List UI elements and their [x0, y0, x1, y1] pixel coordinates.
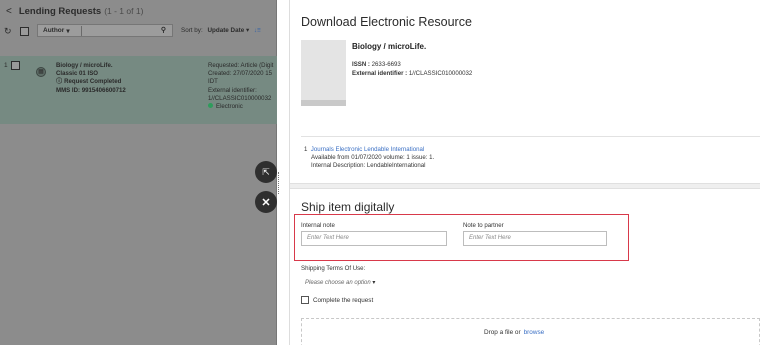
close-icon[interactable]: ✕	[255, 191, 277, 213]
author-search-field[interactable]: Author ▾ ⚲	[37, 24, 173, 37]
resource-title: Biology / microLife.	[352, 42, 427, 51]
resource-meta: ISSN : 2633-6693 External identifier : 1…	[352, 60, 472, 78]
drop-zone-text: Drop a file or browse	[484, 329, 545, 336]
portfolio-item: 1 Journals Electronic Lendable Internati…	[304, 146, 434, 170]
expand-icon[interactable]: ⇱	[255, 161, 277, 183]
thumbnail-bar	[301, 100, 346, 106]
issn-label: ISSN :	[352, 61, 370, 68]
detail-line: External identifier:	[208, 86, 257, 94]
external-id-value: 1//CLASSIC010000032	[408, 70, 473, 77]
section-title: Ship item digitally	[301, 200, 395, 214]
external-id-label: External identifier :	[352, 70, 408, 77]
resize-handle[interactable]	[278, 172, 280, 194]
detail-line: IDT	[208, 78, 218, 86]
row-title[interactable]: Biology / microLife.	[56, 62, 126, 70]
sort-value[interactable]: Update Date	[207, 27, 244, 34]
refresh-icon[interactable]: ↻	[4, 26, 14, 37]
row-checkbox[interactable]	[11, 61, 20, 70]
table-row[interactable]: 1 ▦ Biology / microLife. Classic 01 ISO …	[0, 56, 277, 124]
row-info: Biology / microLife. Classic 01 ISO ⓘ Req…	[56, 62, 126, 95]
divider	[81, 26, 82, 36]
page-title: Download Electronic Resource	[301, 15, 472, 29]
portfolio-index: 1	[304, 146, 308, 153]
format-badge: Electronic	[208, 103, 277, 111]
complete-request-option[interactable]: Complete the request	[301, 296, 373, 304]
partner-note-label: Note to partner	[463, 222, 504, 229]
issn-value: 2633-6693	[371, 61, 401, 68]
complete-request-label: Complete the request	[313, 296, 374, 304]
sort-label: Sort by:	[181, 27, 203, 34]
divider	[301, 136, 760, 137]
select-all-checkbox[interactable]	[20, 26, 29, 36]
row-details: Requested: Article (Digit Created: 27/07…	[208, 62, 277, 111]
sort-control[interactable]: Sort by: Update Date ▾ ↓≡	[181, 27, 261, 34]
search-icon[interactable]: ⚲	[161, 26, 166, 34]
chevron-left-icon[interactable]: <	[6, 6, 12, 17]
results-count: (1 - 1 of 1)	[104, 6, 144, 16]
row-index: 1	[4, 62, 8, 69]
download-resource-panel: Download Electronic Resource Biology / m…	[290, 0, 760, 345]
portfolio-link[interactable]: Journals Electronic Lendable Internation…	[311, 146, 424, 153]
internal-note-field[interactable]: Enter Text Here	[301, 231, 447, 246]
info-icon: ⓘ	[56, 78, 63, 86]
author-filter-label[interactable]: Author	[43, 27, 64, 34]
detail-line: Requested: Article (Digit	[208, 62, 274, 69]
resource-thumbnail	[301, 40, 346, 106]
browse-link[interactable]: browse	[524, 329, 545, 336]
internal-note-label: Internal note	[301, 222, 335, 229]
terms-label: Shipping Terms Of Use:	[301, 265, 366, 272]
portfolio-description: Internal Description: LendableInternatio…	[311, 162, 426, 169]
status-dot-icon	[208, 103, 213, 109]
panel-header: < Lending Requests (1 - 1 of 1)	[0, 0, 276, 22]
complete-request-checkbox[interactable]	[301, 296, 309, 304]
chevron-down-icon[interactable]: ▾	[66, 27, 69, 35]
list-toolbar: ↻ Author ▾ ⚲ Sort by: Update Date ▾ ↓≡	[0, 22, 276, 40]
row-mms-id: MMS ID: 9915406600712	[56, 86, 126, 94]
panel-title: Lending Requests	[18, 5, 102, 17]
document-icon: ▦	[36, 67, 46, 77]
row-status: ⓘ Request Completed	[56, 78, 122, 86]
chevron-down-icon[interactable]: ▾	[246, 27, 249, 34]
section-separator	[290, 183, 760, 189]
partner-note-field[interactable]: Enter Text Here	[463, 231, 607, 246]
chevron-down-icon[interactable]: ▾	[372, 280, 375, 286]
portfolio-availability: Available from 01/07/2020 volume: 1 issu…	[311, 154, 435, 161]
detail-line: Created: 27/07/2020 15	[208, 70, 273, 78]
lending-requests-panel: < Lending Requests (1 - 1 of 1) ↻ Author…	[0, 0, 277, 345]
detail-line: 1//CLASSIC010000032	[208, 94, 272, 102]
sort-direction-icon[interactable]: ↓≡	[254, 27, 261, 34]
terms-select[interactable]: Please choose an option ▾	[305, 279, 375, 286]
